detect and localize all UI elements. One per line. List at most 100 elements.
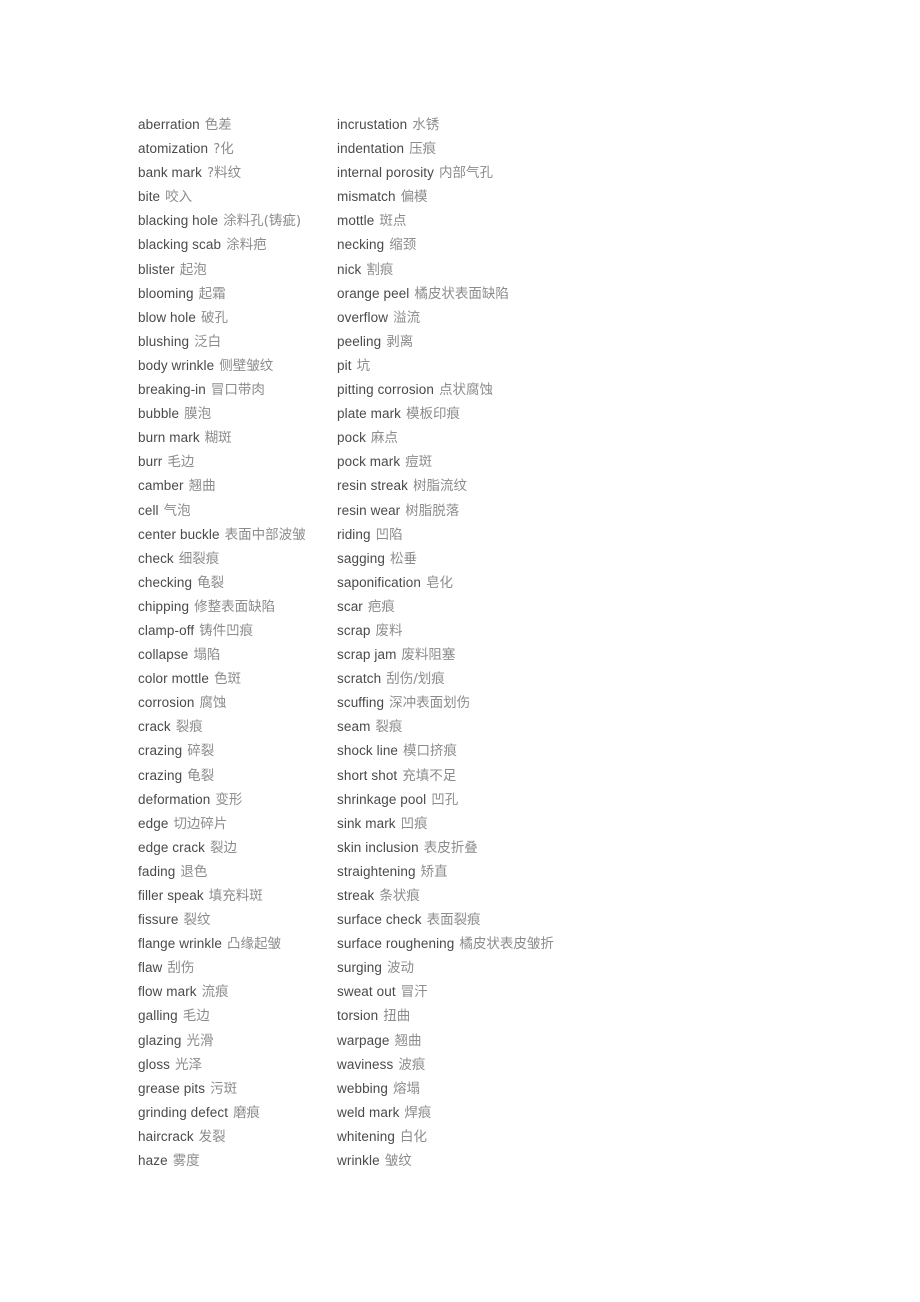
- glossary-term-english: surface check: [337, 912, 422, 928]
- glossary-term-english: whitening: [337, 1128, 395, 1144]
- glossary-term-english: breaking-in: [138, 382, 206, 398]
- glossary-term-chinese: 起霜: [198, 285, 226, 302]
- glossary-term-english: necking: [337, 237, 385, 253]
- glossary-entry: nick 割痕: [337, 258, 782, 282]
- glossary-term-chinese: 咬入: [165, 189, 193, 206]
- glossary-term-english: edge crack: [138, 839, 206, 855]
- glossary-term-chinese: 裂边: [210, 839, 238, 856]
- glossary-entry: pit 坑: [337, 354, 782, 378]
- glossary-term-english: blacking scab: [138, 237, 222, 253]
- glossary-entry: edge crack 裂边: [138, 836, 337, 860]
- glossary-term-chinese: 焊痕: [404, 1104, 432, 1121]
- glossary-term-english: sagging: [337, 550, 385, 566]
- glossary-term-english: corrosion: [138, 695, 195, 711]
- glossary-term-chinese: 膜泡: [184, 406, 212, 423]
- glossary-entry: straightening 矫直: [337, 860, 782, 884]
- glossary-entry: scuffing 深冲表面划伤: [337, 691, 782, 715]
- glossary-term-chinese: 铸件凹痕: [199, 622, 254, 639]
- glossary-term-chinese: 坑: [356, 357, 371, 374]
- glossary-term-english: flaw: [138, 960, 163, 976]
- glossary-entry: weld mark 焊痕: [337, 1101, 782, 1125]
- glossary-term-english: shock line: [337, 743, 399, 759]
- glossary-term-chinese: 污斑: [210, 1080, 238, 1097]
- glossary-entry: check 细裂痕: [138, 547, 337, 571]
- glossary-term-english: center buckle: [138, 526, 220, 542]
- glossary-entry: pock 麻点: [337, 426, 782, 450]
- glossary-term-english: scrap jam: [337, 647, 397, 663]
- glossary-term-chinese: 磨痕: [233, 1104, 261, 1121]
- glossary-term-chinese: 翘曲: [188, 478, 216, 495]
- glossary-term-english: internal porosity: [337, 165, 434, 181]
- glossary-term-english: pit: [337, 357, 352, 373]
- glossary-term-chinese: 点状腐蚀: [439, 382, 493, 399]
- glossary-entry: streak 条状痕: [337, 884, 782, 908]
- glossary-term-chinese: 裂痕: [175, 719, 203, 736]
- glossary-term-english: resin streak: [337, 478, 408, 494]
- glossary-entry: saponification 皂化: [337, 571, 782, 595]
- glossary-term-english: sweat out: [337, 984, 396, 1000]
- glossary-term-english: scrap: [337, 622, 371, 638]
- glossary-term-chinese: 松垂: [390, 550, 417, 567]
- glossary-term-chinese: 痘斑: [405, 454, 433, 471]
- glossary-entry: chipping 修整表面缺陷: [138, 595, 337, 619]
- glossary-entry: breaking-in 冒口带肉: [138, 378, 337, 402]
- glossary-entry: atomization ?化: [138, 137, 337, 161]
- glossary-term-chinese: 修整表面缺陷: [194, 598, 276, 615]
- glossary-entry: color mottle 色斑: [138, 667, 337, 691]
- glossary-term-english: glazing: [138, 1032, 182, 1048]
- glossary-term-chinese: 模板印痕: [406, 406, 461, 423]
- glossary-term-english: filler speak: [138, 888, 204, 903]
- glossary-term-chinese: 皂化: [425, 574, 453, 591]
- glossary-term-english: pock: [337, 430, 366, 446]
- glossary-term-chinese: 充填不足: [402, 767, 457, 784]
- glossary-term-chinese: 切边碎片: [173, 815, 228, 832]
- glossary-entry: mismatch 偏模: [337, 185, 782, 209]
- glossary-term-chinese: 气泡: [163, 502, 191, 519]
- glossary-term-chinese: 退色: [180, 863, 208, 880]
- glossary-term-chinese: 毛边: [167, 454, 195, 471]
- glossary-entry: short shot 充填不足: [337, 764, 782, 788]
- glossary-term-chinese: 毛边: [182, 1008, 210, 1025]
- glossary-term-chinese: 冒口带肉: [210, 382, 265, 399]
- glossary-entry: gloss 光泽: [138, 1053, 337, 1077]
- glossary-term-chinese: 条状痕: [379, 888, 420, 904]
- glossary-entry: sagging 松垂: [337, 547, 782, 571]
- glossary-term-english: surface roughening: [337, 936, 455, 952]
- glossary-entry: blushing 泛白: [138, 330, 337, 354]
- glossary-term-english: plate mark: [337, 406, 402, 422]
- glossary-term-english: waviness: [337, 1056, 394, 1072]
- glossary-term-english: indentation: [337, 141, 405, 157]
- glossary-term-chinese: 裂痕: [375, 719, 403, 736]
- glossary-entry: resin wear 树脂脱落: [337, 499, 782, 523]
- glossary-entry: scar 疤痕: [337, 595, 782, 619]
- glossary-entry: sweat out 冒汗: [337, 980, 782, 1004]
- glossary-term-english: orange peel: [337, 285, 410, 301]
- glossary-entry: fading 退色: [138, 860, 337, 884]
- glossary-term-chinese: 废料阻塞: [401, 647, 456, 664]
- glossary-term-chinese: 涂料孔(铸疵): [223, 213, 302, 230]
- glossary-entry: scratch 刮伤/划痕: [337, 667, 782, 691]
- glossary-term-english: chipping: [138, 598, 190, 614]
- glossary-term-chinese: 变形: [215, 791, 243, 808]
- glossary-term-chinese: 凹孔: [431, 791, 459, 808]
- glossary-term-chinese: 疤痕: [367, 598, 395, 615]
- glossary-term-chinese: 波动: [386, 960, 414, 977]
- glossary-term-english: haircrack: [138, 1128, 194, 1144]
- glossary-term-english: galling: [138, 1008, 178, 1024]
- glossary-term-english: mottle: [337, 213, 375, 229]
- glossary-term-english: saponification: [337, 574, 421, 590]
- glossary-term-chinese: 破孔: [200, 309, 228, 326]
- glossary-term-chinese: 凸缘起皱: [226, 936, 281, 953]
- glossary-entry: bank mark ?料纹: [138, 161, 337, 185]
- glossary-entry: waviness 波痕: [337, 1053, 782, 1077]
- glossary-entry: bubble 膜泡: [138, 402, 337, 426]
- glossary-entry: resin streak 树脂流纹: [337, 474, 782, 498]
- glossary-entry: blacking scab 涂料疤: [138, 233, 337, 257]
- glossary-term-english: peeling: [337, 333, 382, 349]
- glossary-entry: necking 缩颈: [337, 233, 782, 257]
- glossary-entry: seam 裂痕: [337, 715, 782, 739]
- glossary-entry: camber 翘曲: [138, 474, 337, 498]
- glossary-term-chinese: 填充料斑: [208, 888, 263, 904]
- glossary-term-english: atomization: [138, 141, 209, 157]
- glossary-term-english: grinding defect: [138, 1104, 229, 1120]
